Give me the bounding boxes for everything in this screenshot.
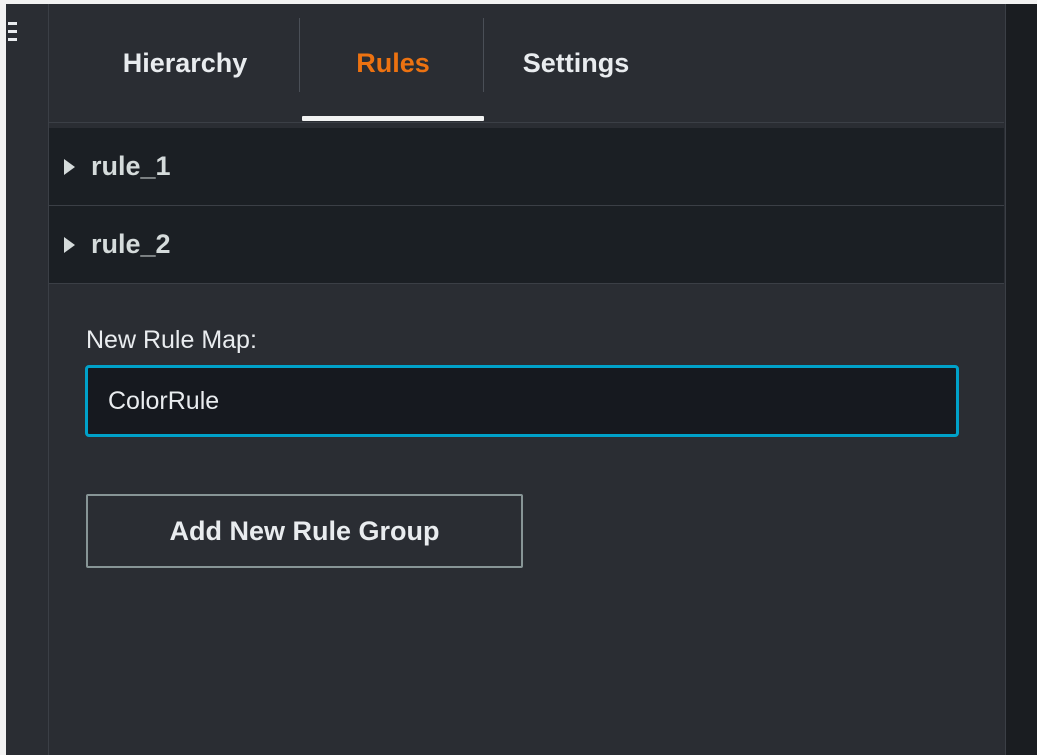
caret-right-icon bbox=[64, 236, 75, 253]
tab-settings[interactable]: Settings bbox=[486, 4, 666, 122]
active-tab-indicator bbox=[302, 116, 484, 121]
add-new-rule-group-button[interactable]: Add New Rule Group bbox=[86, 494, 523, 568]
right-edge-panel bbox=[1005, 4, 1037, 755]
rule-item-label: rule_1 bbox=[91, 151, 171, 181]
rules-panel: Hierarchy Rules Settings rule_1 rule_2 N… bbox=[49, 4, 1004, 755]
new-rule-map-label: New Rule Map: bbox=[86, 326, 257, 354]
tab-bar: Hierarchy Rules Settings bbox=[49, 4, 1004, 123]
rule-item-rule-2[interactable]: rule_2 bbox=[49, 206, 1004, 284]
new-rule-map-input[interactable] bbox=[85, 365, 959, 437]
menu-icon[interactable] bbox=[6, 20, 20, 46]
rule-item-label: rule_2 bbox=[91, 229, 171, 259]
rule-item-rule-1[interactable]: rule_1 bbox=[49, 128, 1004, 206]
caret-right-icon bbox=[64, 158, 75, 175]
tab-separator bbox=[299, 18, 300, 92]
app-window: Hierarchy Rules Settings rule_1 rule_2 N… bbox=[0, 0, 1037, 755]
tab-separator bbox=[483, 18, 484, 92]
tab-hierarchy[interactable]: Hierarchy bbox=[71, 4, 299, 122]
tab-rules[interactable]: Rules bbox=[302, 4, 484, 122]
left-rail bbox=[0, 4, 6, 755]
